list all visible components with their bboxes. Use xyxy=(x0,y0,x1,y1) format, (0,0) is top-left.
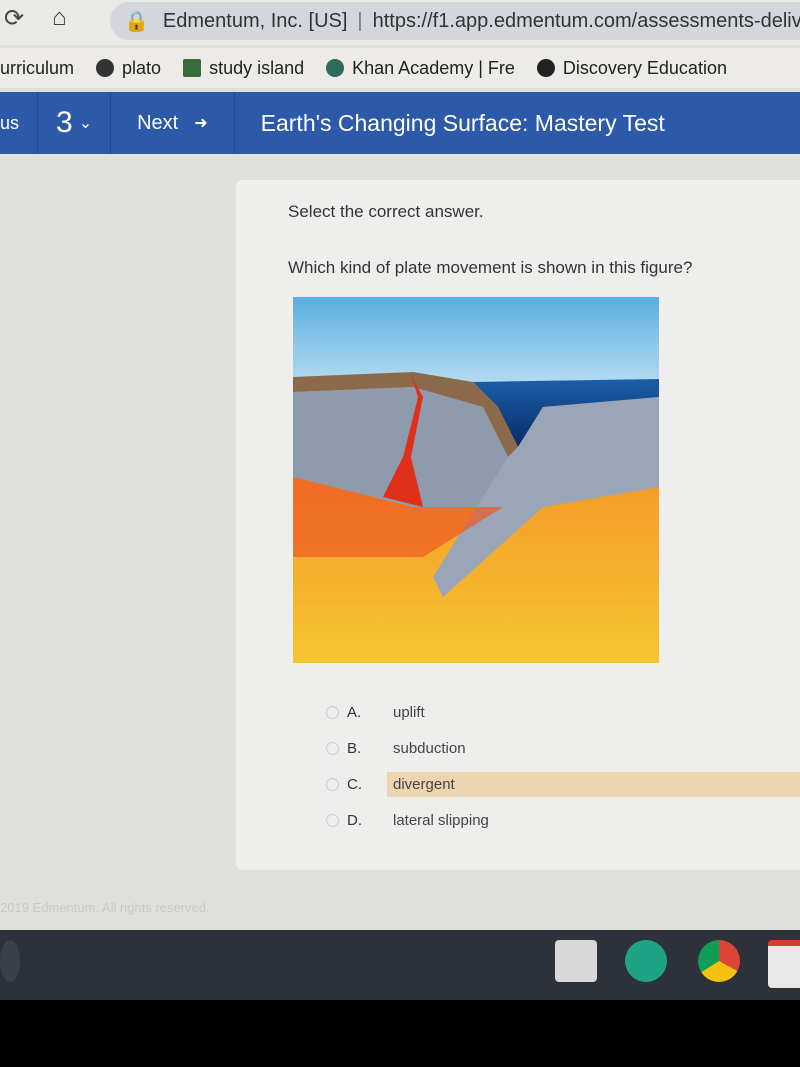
home-icon[interactable]: ⌂ xyxy=(52,4,67,32)
lock-icon: 🔒 xyxy=(124,10,149,33)
url-text: https://f1.app.edmentum.com/assessments-… xyxy=(372,9,800,32)
option-letter: C. xyxy=(347,775,362,793)
radio-button[interactable] xyxy=(326,813,339,827)
bookmarks-bar: urriculum plato study island Khan Academ… xyxy=(0,48,800,88)
reload-icon[interactable]: ⟳ xyxy=(4,4,24,33)
previous-label: us xyxy=(0,112,20,133)
address-bar[interactable]: 🔒 Edmentum, Inc. [US] | https://f1.app.e… xyxy=(110,2,800,40)
bookmark-discovery-education[interactable]: Discovery Education xyxy=(536,57,727,79)
next-button[interactable]: Next ➜ xyxy=(111,92,235,154)
chevron-down-icon: ⌄ xyxy=(78,115,93,132)
khan-academy-icon xyxy=(326,59,345,77)
option-b[interactable]: B. subduction xyxy=(326,730,800,766)
browser-toolbar: ⟳ ⌂ 🔒 Edmentum, Inc. [US] | https://f1.a… xyxy=(0,0,800,45)
globe-icon xyxy=(536,59,555,77)
next-label: Next xyxy=(137,111,179,134)
copyright: 2019 Edmentum. All rights reserved. xyxy=(0,900,210,915)
bookmark-label: urriculum xyxy=(0,57,75,78)
palm-tree-icon xyxy=(183,59,202,77)
separator: | xyxy=(357,9,363,32)
question-selector[interactable]: 3 ⌄ xyxy=(38,92,112,154)
bookmark-khan-academy[interactable]: Khan Academy | Fre xyxy=(326,58,515,79)
question-text: Which kind of plate movement is shown in… xyxy=(288,258,693,277)
option-d[interactable]: D. lateral slipping xyxy=(326,802,800,838)
option-c[interactable]: C. divergent xyxy=(326,766,800,802)
hangouts-icon[interactable] xyxy=(625,940,667,982)
bookmark-label: study island xyxy=(209,57,305,78)
gmail-icon[interactable] xyxy=(768,940,800,988)
radio-button[interactable] xyxy=(326,777,339,791)
bookmark-study-island[interactable]: study island xyxy=(183,58,304,79)
option-label: uplift xyxy=(393,703,425,721)
plato-icon xyxy=(96,59,115,77)
radio-button[interactable] xyxy=(326,741,339,755)
option-label: divergent xyxy=(387,771,800,797)
window-switcher-icon[interactable] xyxy=(555,940,597,982)
bookmark-label: Khan Academy | Fre xyxy=(352,57,515,78)
bookmark-label: Discovery Education xyxy=(562,57,727,78)
arrow-right-circle-icon: ➜ xyxy=(194,115,208,132)
site-name: Edmentum, Inc. [US] xyxy=(162,9,348,32)
page-title: Earth's Changing Surface: Mastery Test xyxy=(260,109,665,136)
os-shelf xyxy=(0,930,800,1000)
bookmark-label: plato xyxy=(122,57,162,78)
plate-boundary-figure xyxy=(293,297,659,663)
previous-button[interactable]: us xyxy=(0,92,39,154)
bookmark-plato[interactable]: plato xyxy=(96,58,161,79)
question-number: 3 xyxy=(56,106,73,139)
option-label: subduction xyxy=(393,739,466,757)
option-label: lateral slipping xyxy=(393,811,489,829)
answer-options: A. uplift B. subduction C. divergent D. late… xyxy=(326,694,800,838)
option-letter: D. xyxy=(347,811,362,829)
launcher-icon[interactable] xyxy=(0,940,20,982)
screen: ⟳ ⌂ 🔒 Edmentum, Inc. [US] | https://f1.a… xyxy=(0,0,800,1000)
option-a[interactable]: A. uplift xyxy=(326,694,800,730)
option-letter: B. xyxy=(347,739,362,757)
question-card: Select the correct answer. Which kind of… xyxy=(236,180,800,870)
instruction: Select the correct answer. xyxy=(288,202,484,221)
bookmark-curriculum[interactable]: urriculum xyxy=(0,58,74,79)
chrome-icon[interactable] xyxy=(698,940,740,982)
option-letter: A. xyxy=(347,703,362,721)
test-toolbar: us 3 ⌄ Next ➜ Earth's Changing Surface: Ma… xyxy=(0,92,800,154)
radio-button[interactable] xyxy=(326,705,339,719)
